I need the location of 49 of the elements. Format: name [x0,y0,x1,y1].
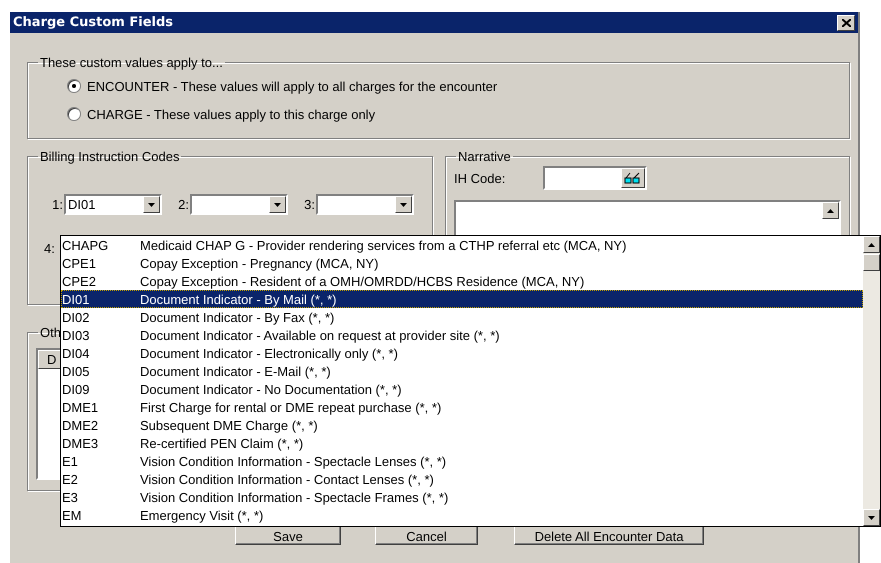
list-item[interactable]: CPE2 Copay Exception - Resident of a OMH/OMRDD/HCBS Residence (MCA, NY) [61,272,863,290]
list-item[interactable]: DME2 Subsequent DME Charge (*, *) [61,416,863,434]
code-label: 1: [51,197,64,212]
up-arrow-icon [827,208,834,212]
group-label: These custom values apply to... [40,55,223,70]
radio-label: ENCOUNTER - These values will apply to all charges for the encounter [87,78,498,94]
list-item[interactable]: DI09 Document Indicator - No Documentation (*, *) [61,380,863,398]
close-button[interactable] [837,14,855,30]
list-item[interactable]: DI01 Document Indicator - By Mail (*, *) [61,290,863,308]
scroll-up-button[interactable] [863,236,880,253]
down-arrow-icon [274,202,281,206]
group-label: Narrative [458,149,511,164]
dropdown-button[interactable] [395,196,412,213]
list-item[interactable]: CPE1 Copay Exception - Pregnancy (MCA, NY) [61,254,863,272]
code-dropdown[interactable]: DI01 [64,194,162,215]
list-item[interactable]: DME1 First Charge for rental or DME repeat purchase (*, *) [61,398,863,416]
dropdown-button[interactable] [143,196,160,213]
down-arrow-icon [148,202,155,206]
list-item[interactable]: DI03 Document Indicator - Available on request at provider site (*, *) [61,326,863,344]
up-arrow-icon [868,242,875,246]
down-arrow-icon [868,516,875,520]
ih-code-field[interactable] [543,166,648,190]
code-label: 4: [44,241,55,256]
code-dropdown[interactable] [190,194,288,215]
code-label: 2: [177,197,190,212]
list-item[interactable]: E3 Vision Condition Information - Spectacle Frames (*, *) [61,488,863,506]
window-title: Charge Custom Fields [13,15,174,30]
radio-button[interactable] [67,79,81,93]
group-label: Billing Instruction Codes [40,149,180,164]
radio-label: CHARGE - These values apply to this charge only [87,106,376,122]
group-label: Oth [40,325,61,340]
scroll-thumb[interactable] [863,254,880,271]
scrollbar[interactable] [863,236,880,526]
list-item[interactable]: DME3 Re-certified PEN Claim (*, *) [61,434,863,452]
list-item[interactable]: E2 Vision Condition Information - Contact Lenses (*, *) [61,470,863,488]
list-item[interactable]: E1 Vision Condition Information - Spectacle Lenses (*, *) [61,452,863,470]
code-dropdown[interactable] [316,194,414,215]
dropdown-button[interactable] [269,196,286,213]
lookup-button[interactable] [621,168,646,188]
radio-button[interactable] [67,107,81,121]
list-item[interactable]: DI02 Document Indicator - By Fax (*, *) [61,308,863,326]
glasses-icon [624,172,642,184]
down-arrow-icon [400,202,407,206]
list-item[interactable]: CHAPG Medicaid CHAP G - Provider rendering services from a CTHP referral etc (MCA, NY) [61,236,863,254]
close-icon [842,18,850,26]
scroll-down-button[interactable] [863,509,880,526]
scroll-up-button[interactable] [822,202,839,219]
code-label: 3: [303,197,316,212]
ih-code-label: IH Code: [454,170,506,186]
